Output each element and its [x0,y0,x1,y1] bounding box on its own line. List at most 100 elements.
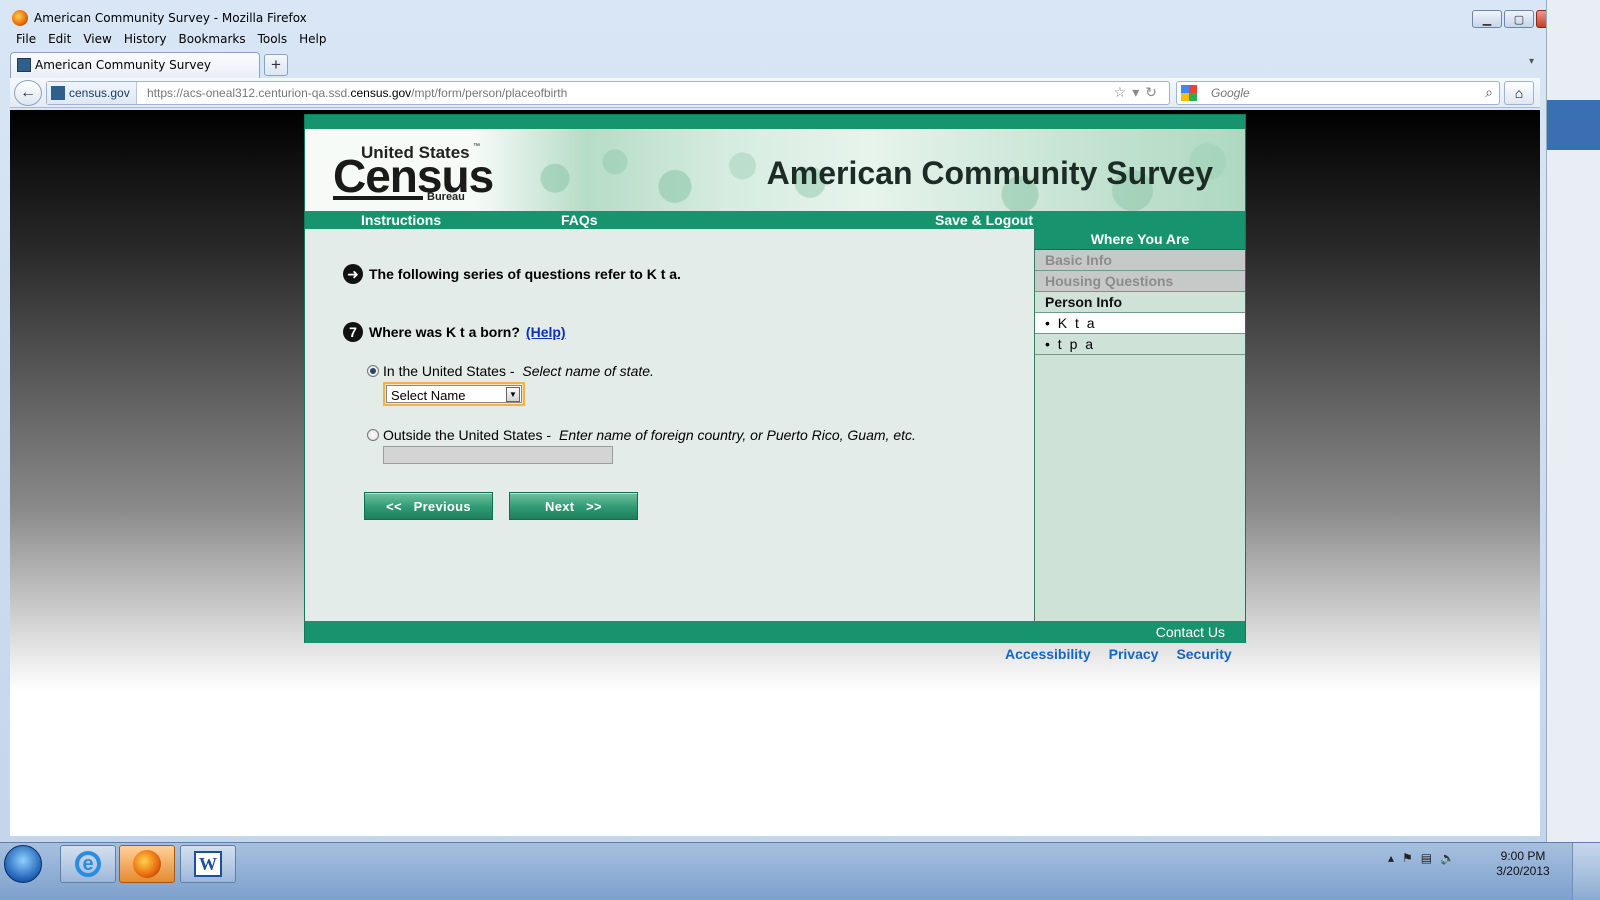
arrow-right-icon: ➜ [343,264,363,284]
sidebar-item-person-kta: • K t a [1035,313,1245,334]
url-bar[interactable]: census.gov https://acs-oneal312.centurio… [46,81,1170,105]
sidebar-item-person-tpa: • t p a [1035,334,1245,355]
bookmark-star-icon[interactable]: ☆ [1114,84,1133,100]
privacy-link[interactable]: Privacy [1109,646,1159,662]
state-select[interactable]: Select Name ▼ [383,382,525,406]
taskbar-internet-explorer[interactable]: e [60,845,116,883]
internet-explorer-icon: e [75,851,101,877]
menu-view[interactable]: View [77,30,117,50]
dropdown-arrow-icon[interactable]: ▾ [1132,84,1145,100]
menu-edit[interactable]: Edit [42,30,77,50]
search-icon[interactable]: ⌕ [1485,84,1493,101]
sidebar-item-basic-info: Basic Info [1035,250,1245,271]
logo-underline [333,196,423,200]
show-hidden-icons-icon[interactable]: ▴ [1388,851,1402,865]
back-arrow-icon[interactable]: ← [14,80,42,106]
logo-bureau: Bureau [427,191,465,203]
background-window-scrollbar [1547,100,1600,150]
accessibility-link[interactable]: Accessibility [1005,646,1091,662]
site-identity-label: census.gov [69,86,130,100]
next-button[interactable]: Next >> [509,492,638,520]
start-button[interactable] [4,845,42,883]
sidebar-item-housing-questions: Housing Questions [1035,271,1245,292]
option-outside-us-label: Outside the United States - [383,427,555,443]
contact-us-link[interactable]: Contact Us [1156,624,1225,640]
option-outside-us[interactable]: Outside the United States - Enter name o… [367,427,916,443]
question-number-badge: 7 [343,322,363,342]
radio-in-us[interactable] [367,365,379,377]
window-title: American Community Survey - Mozilla Fire… [34,11,307,25]
taskbar-firefox[interactable] [119,845,175,883]
site-identity-button[interactable]: census.gov [47,82,137,104]
census-bureau-logo: United States ™ Census Bureau [333,143,494,203]
sidebar-item-person-info: Person Info [1035,292,1245,313]
state-select-box: Select Name ▼ [386,385,522,403]
nav-instructions-link[interactable]: Instructions [361,212,441,228]
where-you-are-panel: Where You Are Basic Info Housing Questio… [1034,229,1245,621]
menu-file[interactable]: File [10,30,42,50]
option-outside-us-hint: Enter name of foreign country, or Puerto… [558,427,916,443]
census-favicon-icon [17,58,31,72]
previous-button[interactable]: << Previous [364,492,493,520]
search-bar[interactable]: Google ⌕ [1176,81,1500,105]
help-link[interactable]: (Help) [526,324,566,340]
header-banner: United States ™ Census Bureau American C… [305,129,1245,211]
nav-faqs-link[interactable]: FAQs [561,212,598,228]
census-favicon-icon [51,86,65,100]
logo-trademark: ™ [473,143,480,150]
footer-bar: Contact Us [305,621,1245,643]
clock[interactable]: 9:00 PM 3/20/2013 [1486,849,1560,879]
search-placeholder: Google [1211,86,1250,100]
question-text: Where was K t a born? [369,324,520,340]
menu-help[interactable]: Help [293,30,332,50]
url-domain: census.gov [350,86,412,100]
navigation-toolbar: ← census.gov https://acs-oneal312.centur… [10,78,1540,108]
intro-statement: ➜ The following series of questions refe… [343,264,681,284]
option-in-us[interactable]: In the United States - Select name of st… [367,363,654,379]
state-select-value: Select Name [391,388,466,403]
maximize-button[interactable]: ▢ [1504,10,1534,28]
clock-time: 9:00 PM [1500,849,1546,863]
url-bar-icons: ☆▾↻ [1114,84,1163,101]
menu-tools[interactable]: Tools [252,30,294,50]
new-tab-button[interactable]: + [264,54,288,76]
footer-links: Accessibility Privacy Security [1005,646,1232,662]
foreign-country-field[interactable] [383,446,613,464]
list-all-tabs-icon[interactable]: ▾ [1529,56,1534,67]
title-bar: American Community Survey - Mozilla Fire… [0,4,1568,30]
url-text[interactable]: https://acs-oneal312.centurion-qa.ssd.ce… [147,82,567,104]
clock-date: 3/20/2013 [1496,864,1550,878]
show-desktop-button[interactable] [1572,843,1600,900]
volume-icon[interactable]: 🔈 [1440,851,1463,865]
taskbar-word[interactable]: W [180,845,236,883]
intro-text: The following series of questions refer … [369,266,681,282]
url-suffix: /mpt/form/person/placeofbirth [411,86,568,100]
question-content: ➜ The following series of questions refe… [305,229,1035,621]
action-center-flag-icon[interactable]: ⚑ [1402,851,1421,865]
network-icon[interactable]: ▤ [1421,851,1440,865]
top-navigation: Instructions FAQs Save & Logout [305,211,1245,229]
background-window-edge [1546,0,1600,860]
logo-census: Census [333,150,494,202]
radio-outside-us[interactable] [367,429,379,441]
where-you-are-heading: Where You Are [1035,229,1245,250]
minimize-button[interactable]: ▁ [1472,10,1502,28]
security-link[interactable]: Security [1176,646,1231,662]
home-icon[interactable]: ⌂ [1504,81,1534,105]
google-icon[interactable] [1181,85,1197,101]
menu-bar: File Edit View History Bookmarks Tools H… [10,30,333,50]
reload-icon[interactable]: ↻ [1145,84,1163,100]
tab-strip: American Community Survey + ▾ [10,52,1558,78]
chevron-down-icon[interactable]: ▼ [506,387,520,402]
tab-title: American Community Survey [35,58,211,72]
menu-history[interactable]: History [118,30,173,50]
menu-bookmarks[interactable]: Bookmarks [173,30,252,50]
url-prefix: https://acs-oneal312.centurion-qa.ssd. [147,86,351,100]
firefox-logo-icon [12,10,28,26]
nav-save-logout-link[interactable]: Save & Logout [935,212,1033,228]
browser-viewport: United States ™ Census Bureau American C… [10,110,1540,836]
word-icon: W [194,851,222,877]
system-tray: ▴⚑▤🔈 [1388,851,1463,865]
firefox-window: American Community Survey - Mozilla Fire… [0,0,1568,860]
tab-american-community-survey[interactable]: American Community Survey [10,52,260,78]
